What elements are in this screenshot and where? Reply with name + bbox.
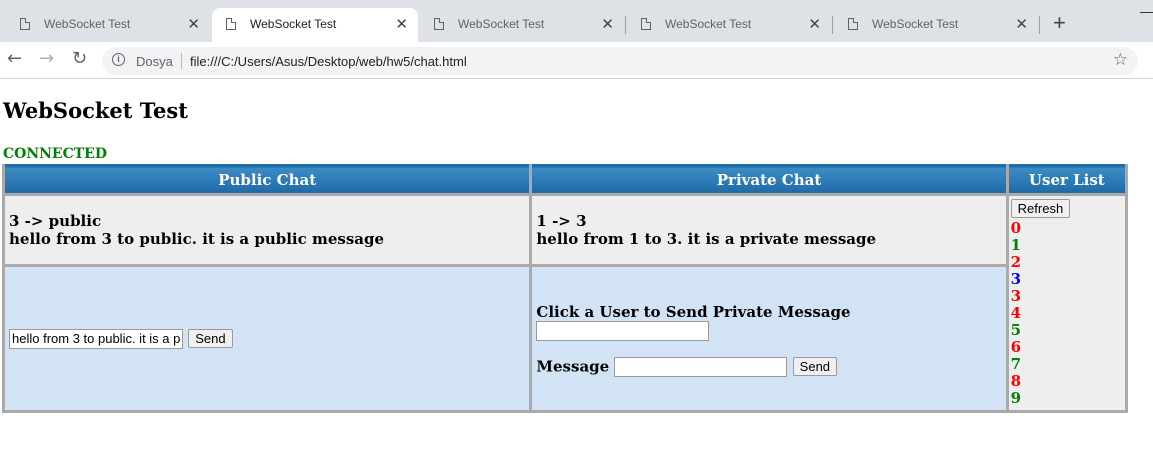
bookmark-star-icon[interactable]: ☆ — [1113, 50, 1128, 70]
public-chat-header: Public Chat — [1, 165, 533, 197]
private-chat-header: Private Chat — [529, 165, 1009, 197]
user-list: 01233456789 — [1011, 220, 1123, 407]
user-item[interactable]: 4 — [1011, 305, 1123, 322]
private-message-log: 1 -> 3 hello from 1 to 3. it is a privat… — [529, 193, 1009, 268]
public-compose: Send — [1, 264, 533, 413]
user-item[interactable]: 9 — [1011, 390, 1123, 407]
browser-tab[interactable]: WebSocket Test ✕ — [834, 8, 1038, 42]
back-arrow-icon[interactable]: ← — [7, 48, 22, 69]
tab-divider — [1039, 16, 1040, 34]
private-send-button[interactable]: Send — [792, 357, 838, 377]
close-icon[interactable]: ✕ — [395, 15, 408, 33]
public-send-button[interactable]: Send — [188, 329, 233, 349]
address-bar[interactable]: i Dosya file:///C:/Users/Asus/Desktop/we… — [102, 47, 1138, 75]
private-message-text: hello from 1 to 3. it is a private messa… — [536, 230, 877, 249]
public-message-input[interactable] — [9, 328, 183, 349]
public-message-log: 3 -> public hello from 3 to public. it i… — [1, 193, 533, 268]
private-message-sender: 1 -> 3 — [536, 212, 587, 231]
tab-title: WebSocket Test — [665, 17, 752, 31]
chat-table: Public Chat Private Chat User List 3 -> … — [1, 164, 1129, 413]
user-item[interactable]: 5 — [1011, 322, 1123, 339]
user-item[interactable]: 3 — [1011, 288, 1123, 305]
user-item[interactable]: 3 — [1011, 271, 1123, 288]
site-info-label[interactable]: Dosya — [136, 54, 173, 69]
tab-divider — [625, 16, 626, 34]
private-compose: Click a User to Send Private Message Mes… — [529, 264, 1009, 413]
user-item[interactable]: 7 — [1011, 356, 1123, 373]
browser-toolbar: ← → ↻ i Dosya file:///C:/Users/Asus/Desk… — [0, 42, 1153, 79]
tab-title: WebSocket Test — [250, 17, 337, 31]
private-recipient-input[interactable] — [536, 320, 710, 341]
browser-tab-active[interactable]: WebSocket Test ✕ — [212, 8, 418, 42]
reload-icon[interactable]: ↻ — [72, 48, 87, 69]
browser-tab[interactable]: WebSocket Test ✕ — [627, 8, 831, 42]
public-message-text: hello from 3 to public. it is a public m… — [9, 230, 385, 249]
user-list-panel: Refresh 01233456789 — [1005, 193, 1129, 413]
connection-status: CONNECTED — [3, 146, 107, 162]
public-message-sender: 3 -> public — [9, 212, 102, 231]
url-text[interactable]: file:///C:/Users/Asus/Desktop/web/hw5/ch… — [190, 54, 467, 69]
user-item[interactable]: 8 — [1011, 373, 1123, 390]
page-icon — [848, 18, 858, 30]
forward-arrow-icon[interactable]: → — [39, 48, 54, 69]
tab-title: WebSocket Test — [458, 17, 545, 31]
private-message-input[interactable] — [614, 356, 788, 377]
tab-title: WebSocket Test — [872, 17, 959, 31]
tab-divider — [832, 16, 833, 34]
info-icon[interactable]: i — [112, 53, 125, 66]
user-item[interactable]: 0 — [1011, 220, 1123, 237]
close-icon[interactable]: ✕ — [601, 15, 614, 33]
close-icon[interactable]: ✕ — [808, 15, 821, 33]
page-title: WebSocket Test — [3, 98, 188, 123]
new-tab-button[interactable]: + — [1053, 10, 1066, 36]
user-item[interactable]: 6 — [1011, 339, 1123, 356]
close-icon[interactable]: ✕ — [1015, 15, 1028, 33]
user-list-header: User List — [1005, 165, 1129, 197]
user-item[interactable]: 2 — [1011, 254, 1123, 271]
refresh-button[interactable]: Refresh — [1010, 199, 1071, 219]
page-icon — [226, 18, 236, 30]
private-prompt: Click a User to Send Private Message — [536, 302, 851, 321]
page-icon — [434, 18, 444, 30]
close-icon[interactable]: ✕ — [187, 15, 200, 33]
address-divider — [181, 53, 182, 69]
tab-strip: WebSocket Test ✕ WebSocket Test ✕ WebSoc… — [0, 0, 1153, 42]
minimize-icon[interactable] — [1140, 12, 1153, 13]
user-item[interactable]: 1 — [1011, 237, 1123, 254]
page-icon — [20, 18, 30, 30]
tab-title: WebSocket Test — [44, 17, 131, 31]
browser-tab[interactable]: WebSocket Test ✕ — [6, 8, 210, 42]
browser-tab[interactable]: WebSocket Test ✕ — [420, 8, 624, 42]
message-label: Message — [536, 357, 610, 376]
page-icon — [641, 18, 651, 30]
